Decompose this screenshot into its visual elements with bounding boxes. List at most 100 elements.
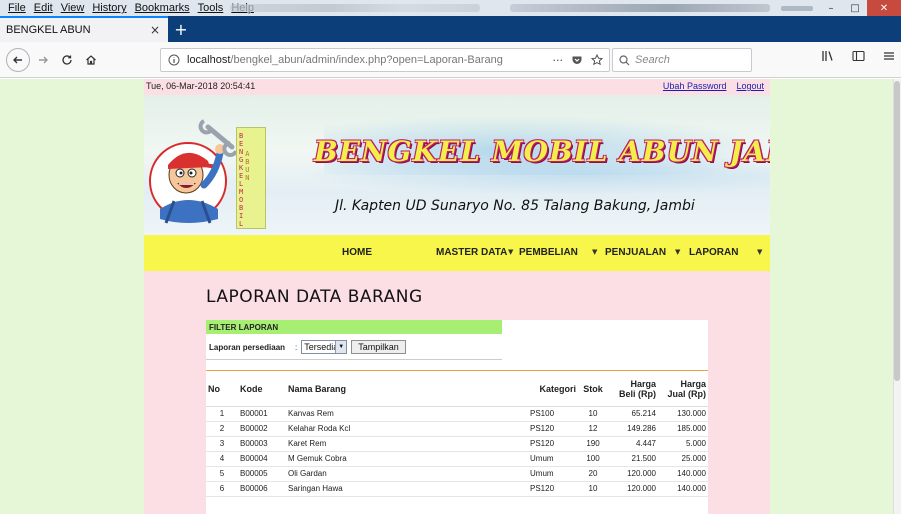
cell-stock: 20: [578, 466, 608, 482]
page-actions-icon[interactable]: ···: [553, 54, 564, 67]
menu-edit[interactable]: Edit: [30, 2, 57, 14]
sign-letter: L: [239, 220, 244, 228]
cell-name: Karet Rem: [286, 436, 528, 452]
hamburger-menu-icon[interactable]: [883, 50, 895, 62]
minimize-button[interactable]: –: [819, 0, 843, 16]
library-icon[interactable]: [821, 50, 834, 62]
url-bar[interactable]: localhost/bengkel_abun/admin/index.php?o…: [160, 48, 610, 72]
table-row: 2 B00002 Kelahar Roda Kcl PS120 12 149.286 185…: [206, 421, 708, 437]
sign-letter: M: [239, 188, 244, 196]
page-viewport: Tue, 06-Mar-2018 20:54:41 Ubah Password …: [0, 79, 901, 514]
nav-laporan-dropdown-icon: ▼: [757, 248, 763, 256]
tab-close-icon[interactable]: ×: [150, 23, 160, 37]
cell-stock: 12: [578, 421, 608, 437]
cell-code: B00001: [238, 406, 286, 422]
menu-bookmarks[interactable]: Bookmarks: [131, 2, 194, 14]
header-buy-price: Harga Beli (Rp): [608, 372, 658, 407]
top-info-line: Tue, 06-Mar-2018 20:54:41 Ubah Password …: [144, 81, 770, 95]
cell-buy-price: 120.000: [608, 481, 658, 497]
menu-tools[interactable]: Tools: [194, 2, 228, 14]
stock-filter-select[interactable]: Tersedia ▼: [301, 340, 348, 354]
sign-letter: N: [245, 174, 250, 182]
nav-laporan[interactable]: LAPORAN: [689, 247, 738, 258]
nav-home[interactable]: HOME: [342, 247, 372, 258]
sign-letter: A: [245, 150, 250, 158]
stock-filter-value: Tersedia: [304, 342, 339, 352]
cell-category: PS120: [528, 436, 578, 452]
url-host: localhost: [187, 54, 231, 66]
back-button[interactable]: [6, 47, 30, 72]
nav-master-data[interactable]: MASTER DATA: [436, 247, 507, 258]
sign-letter: O: [239, 196, 244, 204]
cell-stock: 10: [578, 481, 608, 497]
new-tab-button[interactable]: +: [168, 16, 194, 42]
forward-button[interactable]: [32, 49, 54, 71]
cell-no: 6: [206, 481, 238, 497]
search-icon: [619, 54, 630, 65]
nav-pembelian[interactable]: PEMBELIAN: [519, 247, 578, 258]
table-top-rule: [206, 370, 708, 371]
cell-sell-price: 130.000: [658, 406, 708, 422]
table-row: 1 B00001 Kanvas Rem PS100 10 65.214 130.000: [206, 406, 708, 422]
reload-button[interactable]: [56, 49, 78, 71]
table-body: 1 B00001 Kanvas Rem PS100 10 65.214 130.000 2 B0…: [206, 406, 708, 497]
sign-letter: U: [245, 166, 250, 174]
chevron-down-icon[interactable]: ▼: [335, 341, 347, 353]
show-button[interactable]: Tampilkan: [351, 340, 406, 354]
top-links: Ubah Password Logout: [663, 81, 764, 91]
cell-sell-price: 140.000: [658, 466, 708, 482]
vertical-sign-column-1: BENGKELMOBIL: [239, 132, 244, 228]
header-stock: Stok: [578, 372, 608, 407]
close-window-button[interactable]: ✕: [867, 0, 901, 16]
pocket-icon[interactable]: [571, 54, 583, 66]
banner-address: Jl. Kapten UD Sunaryo No. 85 Talang Baku…: [335, 198, 695, 214]
cell-sell-price: 140.000: [658, 481, 708, 497]
cell-no: 4: [206, 451, 238, 467]
cell-code: B00005: [238, 466, 286, 482]
search-box[interactable]: Search: [612, 48, 752, 72]
scrollbar-thumb[interactable]: [894, 81, 900, 381]
cell-code: B00002: [238, 421, 286, 437]
header-banner: BENGKELMOBIL ABUN BENGKEL MOBIL ABUN JAM…: [144, 95, 770, 235]
maximize-button[interactable]: □: [843, 0, 867, 16]
menu-history[interactable]: History: [88, 2, 130, 14]
sign-letter: B: [239, 204, 244, 212]
url-text[interactable]: localhost/bengkel_abun/admin/index.php?o…: [187, 54, 553, 66]
info-icon[interactable]: [167, 53, 181, 67]
menu-items: File Edit View History Bookmarks Tools H…: [0, 2, 258, 14]
cell-no: 2: [206, 421, 238, 437]
sidebar-icon[interactable]: [852, 50, 865, 62]
cell-category: PS100: [528, 406, 578, 422]
bookmark-star-icon[interactable]: [591, 53, 603, 66]
sign-letter: N: [239, 148, 244, 156]
sign-letter: E: [239, 172, 244, 180]
cell-buy-price: 21.500: [608, 451, 658, 467]
forward-arrow-icon: [39, 56, 48, 63]
cell-buy-price: 4.447: [608, 436, 658, 452]
home-button[interactable]: [80, 49, 102, 71]
main-nav-menu: HOME MASTER DATA ▼ PEMBELIAN ▼ PENJUALAN…: [144, 235, 770, 271]
header-category: Kategori: [528, 372, 578, 407]
sign-letter: G: [239, 156, 244, 164]
menu-file[interactable]: File: [4, 2, 30, 14]
cell-buy-price: 149.286: [608, 421, 658, 437]
menu-view[interactable]: View: [57, 2, 89, 14]
table-row: 3 B00003 Karet Rem PS120 190 4.447 5.000: [206, 436, 708, 452]
cell-name: Kanvas Rem: [286, 406, 528, 422]
cell-code: B00006: [238, 481, 286, 497]
tab-bar: BENGKEL ABUN × +: [0, 16, 901, 42]
cell-no: 1: [206, 406, 238, 422]
tab-bengkel-abun[interactable]: BENGKEL ABUN ×: [0, 16, 168, 42]
page-scrollbar[interactable]: [893, 79, 901, 514]
cell-category: PS120: [528, 421, 578, 437]
change-password-link[interactable]: Ubah Password: [663, 81, 727, 91]
logout-link[interactable]: Logout: [736, 81, 764, 91]
cell-buy-price: 120.000: [608, 466, 658, 482]
filter-label: Laporan persediaan: [209, 342, 286, 352]
toolbar-right: [821, 50, 895, 62]
search-placeholder: Search: [635, 54, 670, 66]
sign-letter: B: [245, 158, 250, 166]
nav-penjualan[interactable]: PENJUALAN: [605, 247, 666, 258]
banner-title: BENGKEL MOBIL ABUN JAMBI: [314, 135, 770, 168]
url-path: /bengkel_abun/admin/index.php?open=Lapor…: [230, 54, 503, 66]
